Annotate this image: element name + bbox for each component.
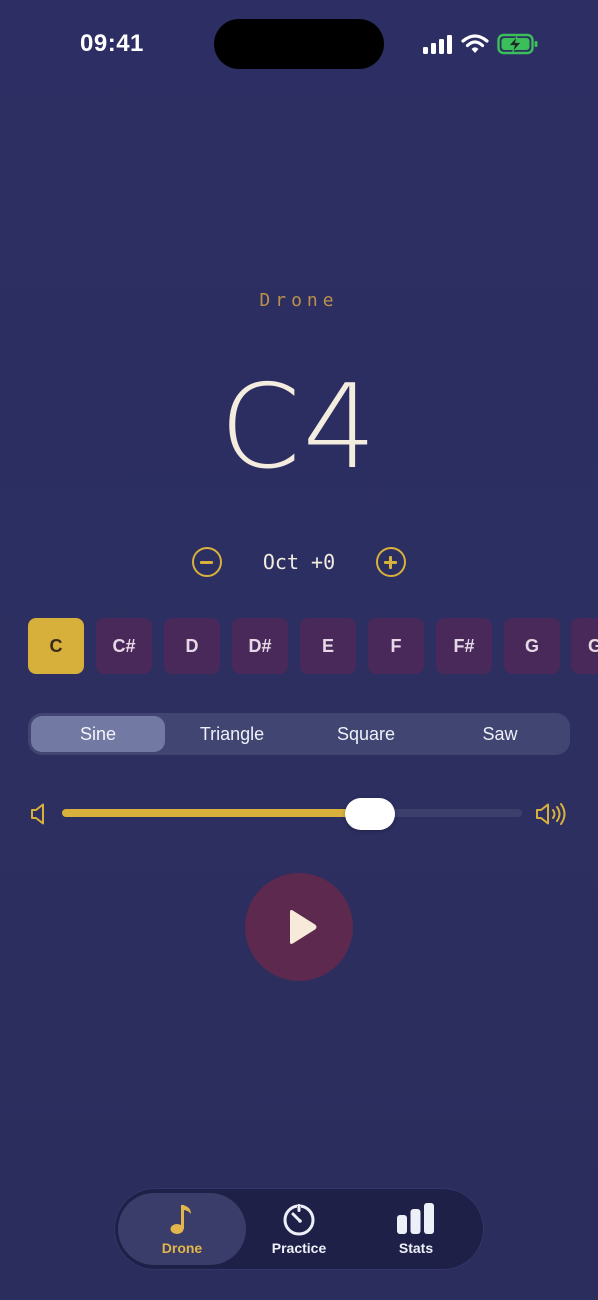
speaker-high-icon	[536, 803, 566, 825]
play-icon	[290, 910, 317, 944]
volume-slider-thumb[interactable]	[345, 798, 396, 830]
tab-drone-label: Drone	[161, 1240, 203, 1256]
dynamic-island	[214, 19, 384, 69]
tab-stats[interactable]: Stats	[352, 1193, 480, 1265]
volume-slider-fill	[62, 809, 371, 817]
waveform-option-saw[interactable]: Saw	[433, 716, 567, 752]
note-key-f-sharp[interactable]: F#	[436, 618, 492, 674]
battery-charging-icon	[497, 33, 538, 55]
tab-practice[interactable]: Practice	[235, 1193, 363, 1265]
minus-icon	[200, 561, 213, 564]
waveform-selector: Sine Triangle Square Saw	[28, 713, 570, 755]
octave-decrement-button[interactable]	[192, 547, 222, 577]
octave-increment-button[interactable]	[376, 547, 406, 577]
music-note-icon	[170, 1205, 191, 1234]
note-key-d[interactable]: D	[164, 618, 220, 674]
wifi-icon	[461, 34, 489, 53]
octave-label: Oct +0	[262, 550, 336, 574]
bar-chart-icon	[397, 1203, 434, 1234]
note-key-c-sharp[interactable]: C#	[96, 618, 152, 674]
note-key-f[interactable]: F	[368, 618, 424, 674]
waveform-option-sine[interactable]: Sine	[31, 716, 165, 752]
play-button[interactable]	[245, 873, 353, 981]
waveform-option-square[interactable]: Square	[299, 716, 433, 752]
timer-icon	[283, 1204, 315, 1236]
speaker-low-icon	[31, 803, 44, 825]
note-key-g-sharp[interactable]: G#	[571, 618, 598, 674]
status-time: 09:41	[80, 30, 144, 57]
note-key-g[interactable]: G	[504, 618, 560, 674]
note-key-d-sharp[interactable]: D#	[232, 618, 288, 674]
status-icons	[423, 32, 539, 56]
tab-drone[interactable]: Drone	[118, 1193, 246, 1265]
mode-title: Drone	[259, 290, 339, 311]
note-key-c[interactable]: C	[28, 618, 84, 674]
note-selector: C C# D D# E F F# G	[28, 618, 560, 674]
cellular-signal-icon	[423, 35, 452, 54]
note-key-e[interactable]: E	[300, 618, 356, 674]
waveform-option-triangle[interactable]: Triangle	[165, 716, 299, 752]
tab-stats-label: Stats	[398, 1240, 434, 1256]
volume-slider-track[interactable]	[62, 809, 522, 817]
note-key-g-sharp-clip: G#	[571, 618, 598, 674]
tab-practice-label: Practice	[271, 1240, 327, 1256]
current-note-display: C4	[219, 360, 379, 495]
